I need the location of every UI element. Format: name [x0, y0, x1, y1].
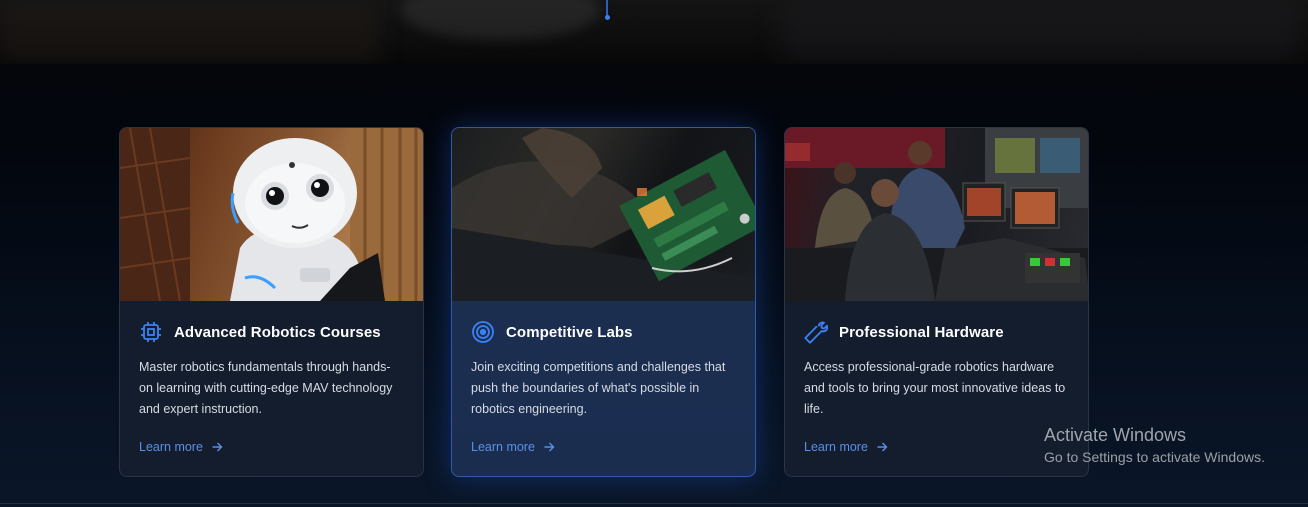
cpu-chip-icon: [139, 320, 163, 344]
robot-photo: [120, 128, 423, 301]
arrow-right-icon: [543, 441, 555, 453]
card-description: Join exciting competitions and challenge…: [471, 360, 726, 416]
learn-more-label: Learn more: [139, 440, 203, 454]
learn-more-link[interactable]: Learn more: [139, 440, 223, 454]
card-title: Professional Hardware: [839, 323, 1004, 341]
scroll-indicator-dot: [605, 15, 610, 20]
arrow-right-icon: [876, 441, 888, 453]
wrench-icon: [804, 320, 828, 344]
feature-card-competitive-labs[interactable]: Competitive Labs Join exciting competiti…: [451, 127, 756, 477]
learn-more-label: Learn more: [471, 440, 535, 454]
hero-bottom-image: [0, 0, 1308, 64]
learn-more-link[interactable]: Learn more: [471, 440, 555, 454]
learn-more-label: Learn more: [804, 440, 868, 454]
arrow-right-icon: [211, 441, 223, 453]
card-description: Master robotics fundamentals through han…: [139, 360, 393, 416]
learn-more-link[interactable]: Learn more: [804, 440, 888, 454]
feature-card-robotics-courses[interactable]: Advanced Robotics Courses Master robotic…: [119, 127, 424, 477]
activate-windows-watermark: Activate Windows Go to Settings to activ…: [1044, 425, 1265, 465]
watermark-title: Activate Windows: [1044, 425, 1187, 445]
section-divider: [0, 503, 1308, 504]
card-title: Advanced Robotics Courses: [174, 323, 381, 341]
card-description: Access professional-grade robotics hardw…: [804, 360, 1066, 416]
circuit-board-photo: [452, 128, 755, 301]
scroll-indicator-line: [606, 0, 608, 16]
watermark-subtitle: Go to Settings to activate Windows.: [1044, 449, 1265, 465]
target-icon: [471, 320, 495, 344]
control-room-photo: [785, 128, 1088, 301]
card-title: Competitive Labs: [506, 323, 633, 341]
